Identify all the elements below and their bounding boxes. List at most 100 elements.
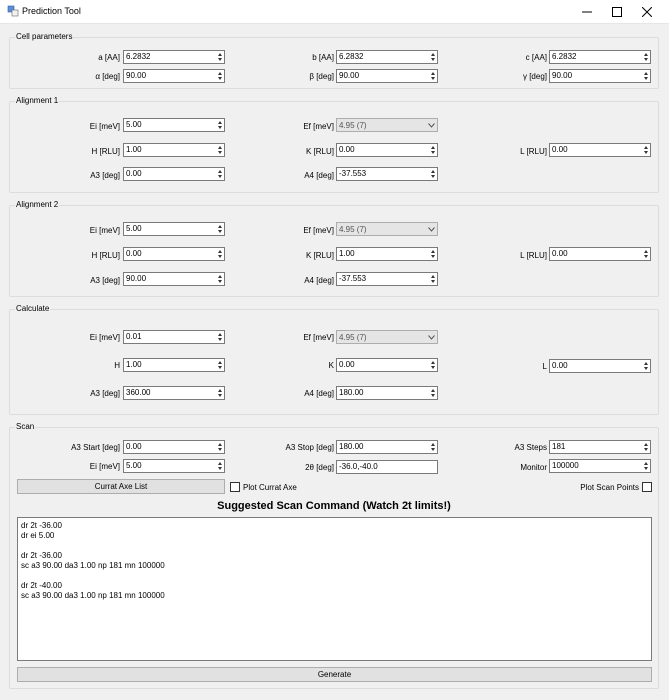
title-bar: Prediction Tool bbox=[0, 0, 669, 24]
align1-l-label: L [RLU] bbox=[520, 147, 547, 156]
spin-arrows-icon[interactable] bbox=[428, 51, 437, 63]
align2-k-spinbox[interactable]: 1.00 bbox=[336, 247, 438, 261]
c-spinbox[interactable]: 6.2832 bbox=[549, 50, 651, 64]
plot-scan-points-checkbox[interactable] bbox=[642, 482, 652, 492]
align2-ei-spinbox[interactable]: 5.00 bbox=[123, 222, 225, 236]
command-line: dr 2t -36.00 bbox=[21, 551, 62, 560]
spin-arrows-icon[interactable] bbox=[428, 359, 437, 371]
calc-a3-spinbox[interactable]: 360.00 bbox=[123, 386, 225, 400]
align2-h-label: H [RLU] bbox=[91, 251, 120, 260]
currat-axe-list-button[interactable]: Currat Axe List bbox=[17, 479, 225, 494]
spin-arrows-icon[interactable] bbox=[215, 168, 224, 180]
a3-start-label: A3 Start [deg] bbox=[71, 443, 120, 452]
a3-stop-label: A3 Stop [deg] bbox=[285, 443, 334, 452]
a-label: a [AA] bbox=[98, 53, 120, 62]
spin-arrows-icon[interactable] bbox=[215, 51, 224, 63]
beta-label: β [deg] bbox=[309, 72, 334, 81]
align2-a4-label: A4 [deg] bbox=[304, 276, 334, 285]
calc-h-label: H bbox=[114, 361, 120, 370]
align1-a4-spinbox[interactable]: -37.553 bbox=[336, 167, 438, 181]
spin-arrows-icon[interactable] bbox=[641, 248, 650, 260]
alignment2-title: Alignment 2 bbox=[15, 200, 60, 209]
scan-command-output[interactable]: dr 2t -36.00 dr ei 5.00 dr 2t -36.00 sc … bbox=[17, 517, 652, 661]
align1-l-spinbox[interactable]: 0.00 bbox=[549, 143, 651, 157]
spin-arrows-icon[interactable] bbox=[215, 331, 224, 343]
two-theta-input[interactable]: -36.0,-40.0 bbox=[336, 460, 438, 474]
command-line bbox=[21, 541, 648, 551]
calc-ef-combo[interactable]: 4.95 (7) bbox=[336, 330, 438, 344]
alpha-label: α [deg] bbox=[95, 72, 120, 81]
calc-h-spinbox[interactable]: 1.00 bbox=[123, 358, 225, 372]
maximize-button[interactable] bbox=[601, 0, 633, 24]
calculate-title: Calculate bbox=[15, 304, 51, 313]
align1-a3-spinbox[interactable]: 0.00 bbox=[123, 167, 225, 181]
align2-l-spinbox[interactable]: 0.00 bbox=[549, 247, 651, 261]
spin-arrows-icon[interactable] bbox=[641, 460, 650, 472]
spin-arrows-icon[interactable] bbox=[428, 144, 437, 156]
suggested-command-heading: Suggested Scan Command (Watch 2t limits!… bbox=[217, 500, 451, 512]
calc-ef-label: Ef [meV] bbox=[303, 333, 334, 342]
command-line bbox=[21, 571, 648, 581]
spin-arrows-icon[interactable] bbox=[215, 359, 224, 371]
spin-arrows-icon[interactable] bbox=[641, 70, 650, 82]
align2-a4-spinbox[interactable]: -37.553 bbox=[336, 272, 438, 286]
beta-spinbox[interactable]: 90.00 bbox=[336, 69, 438, 83]
align2-h-spinbox[interactable]: 0.00 bbox=[123, 247, 225, 261]
spin-arrows-icon[interactable] bbox=[428, 387, 437, 399]
align1-ef-combo[interactable]: 4.95 (7) bbox=[336, 118, 438, 132]
spin-arrows-icon[interactable] bbox=[215, 273, 224, 285]
spin-arrows-icon[interactable] bbox=[215, 223, 224, 235]
align2-ef-combo[interactable]: 4.95 (7) bbox=[336, 222, 438, 236]
spin-arrows-icon[interactable] bbox=[428, 248, 437, 260]
align2-ef-label: Ef [meV] bbox=[303, 226, 334, 235]
spin-arrows-icon[interactable] bbox=[428, 70, 437, 82]
a3-start-spinbox[interactable]: 0.00 bbox=[123, 440, 225, 454]
align1-k-spinbox[interactable]: 0.00 bbox=[336, 143, 438, 157]
align1-k-label: K [RLU] bbox=[305, 147, 334, 156]
generate-button[interactable]: Generate bbox=[17, 667, 652, 682]
spin-arrows-icon[interactable] bbox=[641, 144, 650, 156]
command-line: sc a3 90.00 da3 1.00 np 181 mn 100000 bbox=[21, 591, 165, 600]
scan-ei-spinbox[interactable]: 5.00 bbox=[123, 459, 225, 473]
align2-a3-spinbox[interactable]: 90.00 bbox=[123, 272, 225, 286]
alignment1-title: Alignment 1 bbox=[15, 96, 60, 105]
spin-arrows-icon[interactable] bbox=[428, 441, 437, 453]
a3-steps-spinbox[interactable]: 181 bbox=[549, 440, 651, 454]
spin-arrows-icon[interactable] bbox=[215, 460, 224, 472]
spin-arrows-icon[interactable] bbox=[641, 360, 650, 372]
window-title: Prediction Tool bbox=[22, 6, 81, 16]
plot-scan-points-label: Plot Scan Points bbox=[580, 483, 639, 492]
close-button[interactable] bbox=[631, 0, 663, 24]
spin-arrows-icon[interactable] bbox=[215, 70, 224, 82]
calc-l-spinbox[interactable]: 0.00 bbox=[549, 359, 651, 373]
calc-k-spinbox[interactable]: 0.00 bbox=[336, 358, 438, 372]
gamma-spinbox[interactable]: 90.00 bbox=[549, 69, 651, 83]
align1-h-spinbox[interactable]: 1.00 bbox=[123, 143, 225, 157]
calc-a4-spinbox[interactable]: 180.00 bbox=[336, 386, 438, 400]
spin-arrows-icon[interactable] bbox=[641, 51, 650, 63]
align1-ei-spinbox[interactable]: 5.00 bbox=[123, 118, 225, 132]
spin-arrows-icon[interactable] bbox=[215, 119, 224, 131]
spin-arrows-icon[interactable] bbox=[215, 441, 224, 453]
spin-arrows-icon[interactable] bbox=[428, 273, 437, 285]
cell-parameters-title: Cell parameters bbox=[15, 32, 74, 41]
a3-stop-spinbox[interactable]: 180.00 bbox=[336, 440, 438, 454]
spin-arrows-icon[interactable] bbox=[428, 168, 437, 180]
b-spinbox[interactable]: 6.2832 bbox=[336, 50, 438, 64]
a-spinbox[interactable]: 6.2832 bbox=[123, 50, 225, 64]
spin-arrows-icon[interactable] bbox=[215, 144, 224, 156]
maximize-icon bbox=[612, 7, 622, 17]
monitor-spinbox[interactable]: 100000 bbox=[549, 459, 651, 473]
align1-a3-label: A3 [deg] bbox=[90, 171, 120, 180]
minimize-button[interactable] bbox=[571, 0, 603, 24]
alpha-spinbox[interactable]: 90.00 bbox=[123, 69, 225, 83]
calc-ei-spinbox[interactable]: 0.01 bbox=[123, 330, 225, 344]
minimize-icon bbox=[582, 11, 592, 13]
scan-ei-label: Ei [meV] bbox=[89, 462, 120, 471]
spin-arrows-icon[interactable] bbox=[215, 387, 224, 399]
plot-currat-axe-checkbox[interactable] bbox=[230, 482, 240, 492]
chevron-down-icon bbox=[427, 122, 435, 128]
spin-arrows-icon[interactable] bbox=[641, 441, 650, 453]
align1-ei-label: Ei [meV] bbox=[89, 122, 120, 131]
spin-arrows-icon[interactable] bbox=[215, 248, 224, 260]
